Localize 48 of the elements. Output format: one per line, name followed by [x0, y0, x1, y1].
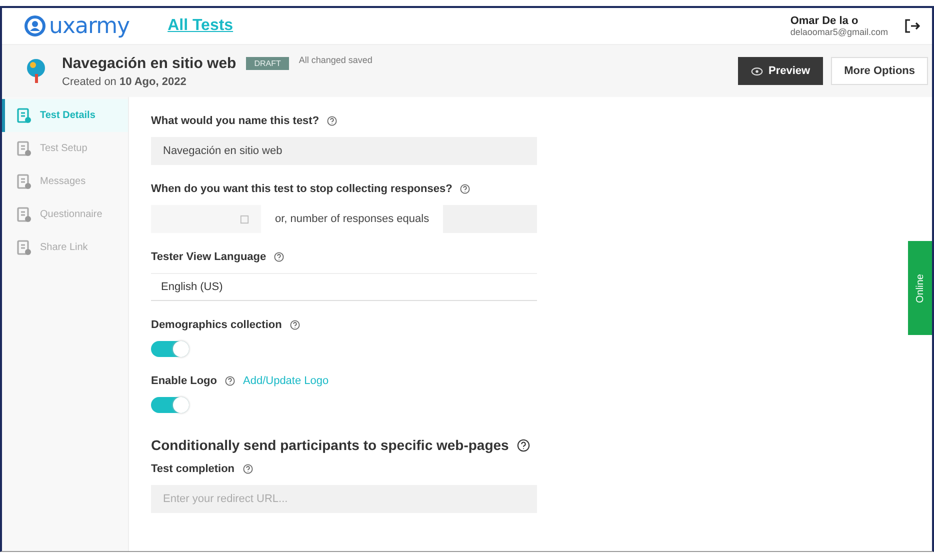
tree-icon: [24, 58, 48, 84]
help-icon[interactable]: [242, 464, 253, 474]
date-field[interactable]: [151, 205, 261, 233]
sidebar-item[interactable]: Test Setup: [2, 132, 128, 165]
logout-icon[interactable]: [904, 18, 920, 34]
document-icon: [16, 108, 32, 124]
field-label: Enable Logo: [151, 375, 217, 387]
logo-text: uxarmy: [49, 14, 130, 38]
field-label: Demographics collection: [151, 319, 282, 331]
save-status: All changed saved: [298, 54, 372, 64]
online-tab[interactable]: Online: [908, 241, 932, 335]
more-options-button[interactable]: More Options: [831, 57, 928, 85]
redirect-url-field[interactable]: Enter your redirect URL...: [151, 485, 537, 513]
user-name: Omar De la o: [790, 15, 860, 27]
eye-icon: [750, 66, 763, 76]
sidebar-item[interactable]: Share Link: [2, 231, 128, 264]
add-logo-link[interactable]: Add/Update Logo: [243, 375, 329, 387]
field-label: What would you name this test?: [151, 115, 320, 127]
document-icon: [16, 206, 32, 222]
logo-icon: [24, 15, 46, 37]
calendar-icon: [240, 214, 249, 224]
created-date: Created on 10 Ago, 2022: [62, 76, 188, 88]
all-tests-link[interactable]: All Tests: [168, 17, 234, 35]
toggle-switch[interactable]: [151, 341, 189, 357]
help-icon[interactable]: [225, 376, 235, 386]
help-icon[interactable]: [327, 116, 338, 126]
document-icon: [16, 140, 32, 156]
language-select[interactable]: English (US): [151, 273, 537, 301]
preview-button[interactable]: Preview: [738, 57, 824, 85]
toggle-switch[interactable]: [151, 397, 189, 413]
sidebar-item[interactable]: Test Details: [2, 99, 128, 132]
field-label: Test completion: [151, 463, 235, 475]
responses-label: or, number of responses equals: [275, 212, 430, 227]
test-title: Navegación en sitio web: [62, 54, 236, 72]
help-icon[interactable]: [516, 438, 530, 452]
document-icon: [16, 240, 32, 256]
field-label: When do you want this test to stop collecting responses?: [151, 183, 452, 195]
section-heading: Conditionally send participants to specific web-pages: [151, 437, 509, 453]
document-icon: [16, 174, 32, 190]
status-badge: DRAFT: [246, 56, 289, 70]
help-icon[interactable]: [274, 252, 284, 262]
user-email: delaoomar5@gmail.com: [790, 27, 888, 37]
sidebar-item[interactable]: Messages: [2, 165, 128, 198]
help-icon[interactable]: [290, 320, 300, 330]
field-label: Tester View Language: [151, 251, 266, 263]
test-name-field[interactable]: Navegación en sitio web: [151, 137, 537, 165]
sidebar-item[interactable]: Questionnaire: [2, 198, 128, 231]
help-icon[interactable]: [460, 184, 470, 194]
